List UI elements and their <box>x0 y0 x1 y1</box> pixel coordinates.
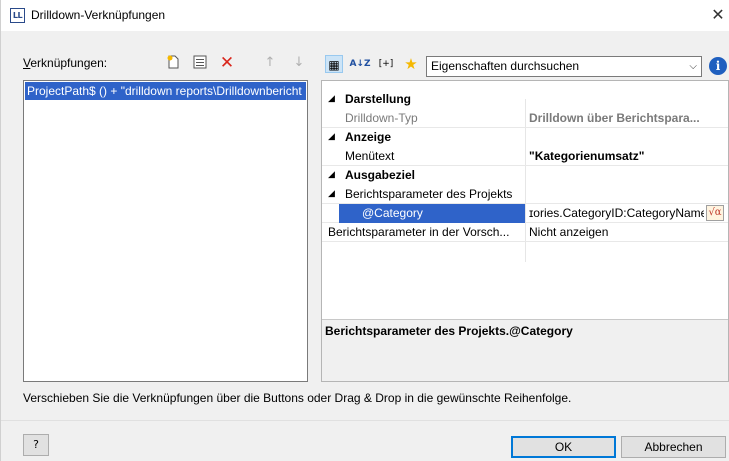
description-title: Berichtsparameter des Projekts.@Category <box>325 324 573 338</box>
cancel-button[interactable]: Abbrechen <box>621 436 726 458</box>
help-icon: ? <box>33 438 39 451</box>
delete-link-button[interactable]: ✕ <box>219 55 235 72</box>
property-name: Menütext <box>345 149 395 163</box>
category-label: Ausgabeziel <box>345 168 416 182</box>
star-icon: ★ <box>404 55 418 73</box>
category-ausgabeziel[interactable]: ◢ Ausgabeziel <box>322 166 728 185</box>
sort-alpha-button[interactable]: A↓Z <box>349 55 371 73</box>
list-properties-icon <box>193 55 207 69</box>
property-value[interactable]: Drilldown über Berichtspara... <box>528 109 728 128</box>
collapse-arrow-icon[interactable]: ◢ <box>328 90 335 109</box>
property-description-panel: Berichtsparameter des Projekts.@Category <box>322 319 728 381</box>
new-link-button[interactable] <box>165 55 181 71</box>
category-label: Anzeige <box>345 130 392 144</box>
hint-text: Verschieben Sie die Verknüpfungen über d… <box>23 391 572 405</box>
category-label: Darstellung <box>345 92 412 106</box>
collapse-arrow-icon[interactable]: ◢ <box>328 128 335 147</box>
link-properties-button[interactable] <box>192 55 208 71</box>
search-placeholder: Eigenschaften durchsuchen <box>431 59 580 73</box>
info-icon[interactable]: i <box>709 57 727 75</box>
chevron-down-icon[interactable]: ⌵ <box>689 57 697 76</box>
property-name: Berichtsparameter des Projekts <box>345 187 513 201</box>
categorized-view-button[interactable]: ▦ <box>325 55 343 73</box>
property-name: Berichtsparameter in der Vorsch... <box>328 225 510 239</box>
links-label: Verknüpfungen: <box>23 56 108 70</box>
property-row-preview-params[interactable]: Berichtsparameter in der Vorsch... Nicht… <box>322 223 728 242</box>
new-document-icon <box>167 55 179 69</box>
help-button[interactable]: ? <box>23 434 49 456</box>
collapse-arrow-icon[interactable]: ◢ <box>328 185 335 204</box>
category-darstellung[interactable]: ◢ Darstellung <box>322 90 728 109</box>
property-row-menutext[interactable]: Menütext "Kategorienumsatz" <box>322 147 728 166</box>
app-icon: LL <box>10 8 25 23</box>
move-up-button[interactable]: ↑ <box>262 55 278 71</box>
list-item[interactable]: ProjectPath$ () + "drilldown reports\Dri… <box>25 82 306 100</box>
property-value[interactable]: "Kategorienumsatz" <box>528 147 728 166</box>
sort-alpha-icon: A↓Z <box>349 59 371 69</box>
property-name-selected: @Category <box>339 204 525 223</box>
collapse-arrow-icon[interactable]: ◢ <box>328 166 335 185</box>
property-grid: ◢ Darstellung Drilldown-Typ Drilldown üb… <box>321 80 729 382</box>
property-search-input[interactable]: Eigenschaften durchsuchen ⌵ <box>426 56 702 77</box>
close-button[interactable]: ✕ <box>707 4 729 26</box>
expand-all-button[interactable]: [+] <box>375 55 397 73</box>
property-value[interactable]: Nicht anzeigen <box>528 223 728 242</box>
window-title: Drilldown-Verknüpfungen <box>31 8 166 22</box>
expand-icon: [+] <box>378 59 394 69</box>
divider <box>1 420 729 421</box>
property-row-report-params[interactable]: ◢ Berichtsparameter des Projekts <box>322 185 728 204</box>
favorite-button[interactable]: ★ <box>402 55 420 73</box>
categorized-icon: ▦ <box>328 58 340 72</box>
category-anzeige[interactable]: ◢ Anzeige <box>322 128 728 147</box>
move-down-button[interactable]: ↓ <box>291 55 307 71</box>
formula-wizard-icon[interactable]: √α <box>706 205 724 221</box>
links-list[interactable]: ProjectPath$ () + "drilldown reports\Dri… <box>23 80 308 382</box>
dialog-window: LL Drilldown-Verknüpfungen ✕ Verknüpfung… <box>0 0 729 461</box>
property-value[interactable]: ɪories.CategoryID:CategoryName <box>528 204 704 223</box>
property-row-category[interactable]: @Category ɪories.CategoryID:CategoryName… <box>322 204 728 223</box>
property-name: Drilldown-Typ <box>345 111 418 125</box>
property-row-drilldown-type[interactable]: Drilldown-Typ Drilldown über Berichtspar… <box>322 109 728 128</box>
ok-button[interactable]: OK <box>511 436 616 458</box>
title-bar: LL Drilldown-Verknüpfungen ✕ <box>1 0 729 31</box>
